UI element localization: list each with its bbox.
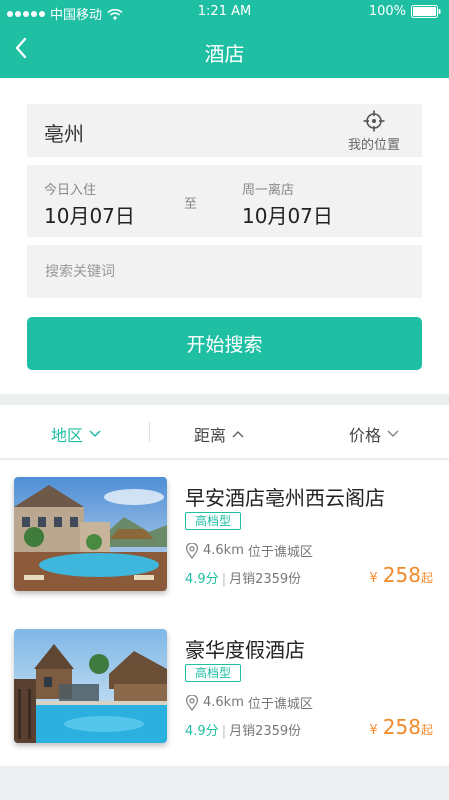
keyword-field [27,245,422,298]
hotel-name: 豪华度假酒店 [185,638,305,662]
chevron-down-icon [387,430,399,438]
price-value: 258 [382,563,421,587]
chevron-up-icon [232,430,244,438]
filter-bar: 地区 距离 价格 [0,405,449,459]
filter-area-label: 地区 [51,426,84,445]
price-currency: ¥ [369,571,378,586]
filter-distance-label: 距离 [194,426,227,445]
header: 中国移动 1:21 AM 100% 酒店 [0,0,449,78]
locate-label: 我的位置 [347,138,400,153]
battery-icon [411,5,441,18]
price-value: 258 [382,715,421,739]
hotel-grade-badge: 高档型 [185,512,242,530]
footer-background [0,766,449,800]
filter-price-label: 价格 [349,426,382,445]
price-suffix: 起 [420,571,433,585]
meta-separator: | [221,572,227,587]
hotel-price: ¥ 258起 [369,563,433,587]
hotel-distance: 4.6km [203,695,244,710]
battery-percent: 100% [368,4,406,19]
hotel-name: 早安酒店亳州西云阁店 [185,486,385,510]
hotel-meta: 4.9分 | 月销2359份 [185,568,301,587]
hotel-grade-badge: 高档型 [185,664,242,682]
city-field[interactable]: 亳州 我的位置 [27,104,422,157]
status-bar: 中国移动 1:21 AM 100% [0,0,449,24]
keyword-input[interactable] [27,245,422,298]
hotel-image [14,629,167,743]
filter-distance[interactable]: 距离 [194,422,244,446]
my-location-button[interactable]: 我的位置 [344,110,404,154]
hotel-district: 位于谯城区 [247,697,313,712]
checkin-date: 10月07日 [44,204,135,228]
price-suffix: 起 [420,723,433,737]
date-field: 今日入住 10月07日 至 周一离店 10月07日 [27,165,422,237]
hotel-price: ¥ 258起 [369,715,433,739]
city-name: 亳州 [44,122,84,146]
hotel-card[interactable]: 早安酒店亳州西云阁店 高档型 4.6km 位于谯城区 4.9分 | 月销2359份 … [0,460,449,610]
hotel-meta: 4.9分 | 月销2359份 [185,720,301,739]
date-separator: 至 [184,197,198,212]
hotel-rating: 4.9分 [185,572,219,587]
hotel-district: 位于谯城区 [247,545,313,560]
hotel-list: 早安酒店亳州西云阁店 高档型 4.6km 位于谯城区 4.9分 | 月销2359份 … [0,460,449,766]
location-pin-icon [185,542,199,559]
hotel-location: 4.6km 位于谯城区 [185,541,313,560]
location-pin-icon [185,694,199,711]
search-panel: 亳州 我的位置 今日入住 10月07日 至 周一离店 10月07日 开始搜索 [0,78,449,394]
start-search-button[interactable]: 开始搜索 [27,317,422,370]
filter-price[interactable]: 价格 [349,422,399,446]
meta-separator: | [221,724,227,739]
hotel-card[interactable]: 豪华度假酒店 高档型 4.6km 位于谯城区 4.9分 | 月销2359份 ¥ 25… [0,612,449,762]
hotel-image [14,477,167,591]
status-right: 100% [369,4,441,19]
chevron-down-icon [89,430,101,438]
checkout-date: 10月07日 [242,204,333,228]
hotel-rating: 4.9分 [185,724,219,739]
filter-divider [149,422,150,442]
filter-area[interactable]: 地区 [51,422,101,446]
checkout-date-picker[interactable]: 周一离店 10月07日 [242,179,333,229]
checkout-label: 周一离店 [242,183,295,198]
locate-icon [363,110,385,132]
price-currency: ¥ [369,723,378,738]
hotel-sales: 月销2359份 [229,572,302,587]
hotel-distance: 4.6km [203,543,244,558]
hotel-location: 4.6km 位于谯城区 [185,693,313,712]
checkin-date-picker[interactable]: 今日入住 10月07日 [44,179,135,229]
hotel-sales: 月销2359份 [229,724,302,739]
page-title: 酒店 [204,42,245,66]
checkin-label: 今日入住 [44,183,97,198]
